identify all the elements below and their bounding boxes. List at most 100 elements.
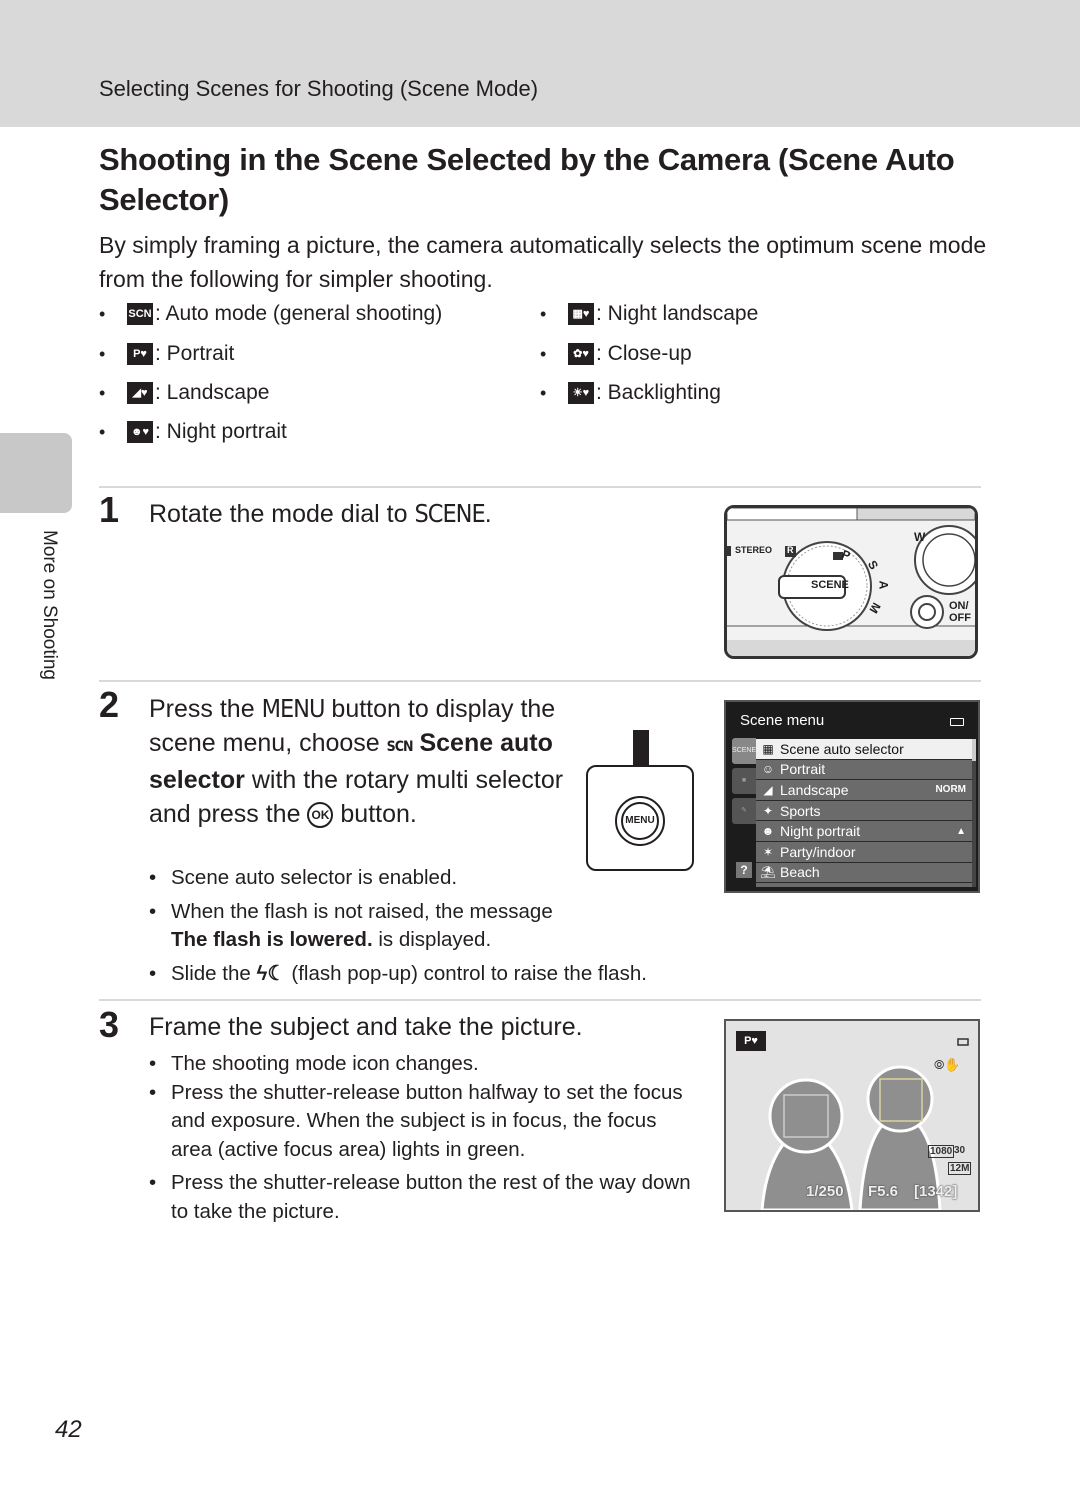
menu-button-icon: MENU [621,802,659,840]
page-number: 42 [55,1416,82,1443]
bullet-item: Press the shutter-release button the res… [149,1169,694,1226]
menu-item-scene-auto-selector[interactable]: ▦ Scene auto selector [756,739,972,760]
image-size: 12M [948,1162,972,1175]
side-tab-label: More on Shooting [39,530,60,680]
tab-movie[interactable]: ■ [732,768,756,794]
beach-icon: ⛱ [760,865,776,880]
scene-auto-icon: ▦ [762,741,774,756]
step-3-title: Frame the subject and take the picture. [149,1013,583,1041]
battery-icon [957,1038,969,1046]
divider [99,680,981,682]
mode-item: • ◢♥ : Landscape [99,381,270,404]
bullet-item: The shooting mode icon changes. [149,1050,694,1079]
menu-item-landscape[interactable]: ◢ Landscape NORM [756,780,972,801]
portrait-icon: ☺ [761,762,775,777]
tab-setup[interactable]: ✎ [732,798,756,824]
flash-popup-icon: ϟ☾ [256,961,286,985]
step-2-bullets: Scene auto selector is enabled. When the… [149,864,647,993]
bullet-item: Scene auto selector is enabled. [149,864,579,893]
mode-label: : Landscape [155,381,270,404]
page-title: Shooting in the Scene Selected by the Ca… [99,142,955,217]
movie-resolution: 1080 [928,1145,955,1158]
aperture: F5.6 [868,1183,899,1200]
night-portrait-icon: ☻♥ [127,421,153,443]
mode-item: • ▦♥ : Night landscape [540,302,759,325]
frame-rate: 30 [954,1145,966,1156]
divider [99,999,981,1001]
backlighting-icon: ☀♥ [568,382,594,404]
step-3-bullets: The shooting mode icon changes. Press th… [149,1050,694,1231]
header-band [0,0,1080,127]
menu-scrollbar[interactable] [972,739,976,887]
stereo-label: STEREO [735,545,773,555]
press-arrow-icon [633,730,649,770]
landscape-icon: ◢♥ [127,382,153,404]
step-1-title: Rotate the mode dial to SCENE. [149,499,492,528]
close-up-icon: ✿♥ [568,343,594,365]
night-portrait-icon: ☻ [761,824,775,839]
scene-menu-list: ▦ Scene auto selector ☺ Portrait ◢ Landscap… [756,739,972,887]
scene-auto-icon: SCN [127,303,153,325]
mode-item: • P♥ : Portrait [99,342,235,365]
bullet-item: Slide the ϟ☾ (flash pop-up) control to r… [149,960,711,989]
dial-scene-label: SCENE [811,579,849,591]
vibration-reduction-icon: ⦾✋ [934,1057,961,1072]
divider [99,486,981,488]
mode-item: • ☻♥ : Night portrait [99,420,287,443]
tripod-icon: ▲ [956,825,966,837]
menu-item-sports[interactable]: ✦ Sports [756,801,972,822]
movie-icon: ■ [741,777,747,784]
menu-item-night-portrait[interactable]: ☻ Night portrait ▲ [756,821,972,842]
night-landscape-icon: ▦♥ [568,303,594,325]
mode-label: : Close-up [596,342,692,365]
sports-icon: ✦ [762,803,774,818]
bullet-item: Press the shutter-release button halfway… [149,1079,694,1165]
mode-item: • SCN : Auto mode (general shooting) [99,302,443,325]
viewfinder-screen: P♥ ⦾✋ 1080 30 12M 1/250 F5.6 [1342] [724,1019,980,1212]
mode-label: : Portrait [155,342,235,365]
party-icon: ✶ [762,844,774,859]
step-number: 1 [99,489,120,530]
camera-mode-dial-illustration: STEREO R SCENE P S A M W ON/ OFF [724,505,978,659]
scene-glyph: SCENE [414,499,485,528]
menu-button-illustration: MENU [586,765,694,871]
r-label: R [787,545,794,555]
camera-top-svg [727,508,975,656]
side-tab[interactable] [0,433,72,513]
menu-tabs: SCENE ■ ✎ [732,738,756,828]
screen-title: Scene menu [740,712,825,729]
scroll-thumb[interactable] [972,739,976,761]
image-quality-norm: NORM [935,784,966,796]
landscape-icon: ◢ [763,782,773,797]
step-number: 3 [99,1004,120,1045]
wrench-icon: ✎ [741,807,747,814]
menu-item-beach[interactable]: ⛱ Beach [756,863,972,884]
intro-text: By simply framing a picture, the camera … [99,232,987,292]
mode-label: : Night portrait [155,420,287,443]
mode-label: : Backlighting [596,381,721,404]
bullet-item: When the flash is not raised, the messag… [149,898,579,955]
mode-item: • ✿♥ : Close-up [540,342,692,365]
mode-item: • ☀♥ : Backlighting [540,381,721,404]
exposures-remaining: [1342] [914,1183,958,1200]
tab-scene[interactable]: SCENE [732,738,756,764]
menu-item-party-indoor[interactable]: ✶ Party/indoor [756,842,972,863]
section-title: Selecting Scenes for Shooting (Scene Mod… [99,76,539,101]
scene-menu-screen: Scene menu SCENE ■ ✎ ? ▦ Scene auto selec… [724,700,980,893]
mode-label: : Night landscape [596,302,759,325]
step-number: 2 [99,684,120,725]
zoom-w-label: W [914,530,926,544]
dial-a-label: A [876,580,891,590]
portrait-icon: P♥ [127,343,153,365]
shutter-speed: 1/250 [806,1183,844,1200]
help-icon[interactable]: ? [736,862,752,878]
mode-label: : Auto mode (general shooting) [155,302,443,325]
ok-button-glyph: OK [307,801,334,828]
menu-glyph: MENU [261,694,326,723]
step-2-title: Press the MENU button to display the sce… [149,694,564,828]
scene-auto-glyph: SCN [386,738,414,755]
on-off-label: ON/ OFF [949,600,971,624]
menu-item-portrait[interactable]: ☺ Portrait [756,760,972,781]
battery-icon [950,718,964,726]
shooting-mode-icon: P♥ [736,1031,766,1051]
